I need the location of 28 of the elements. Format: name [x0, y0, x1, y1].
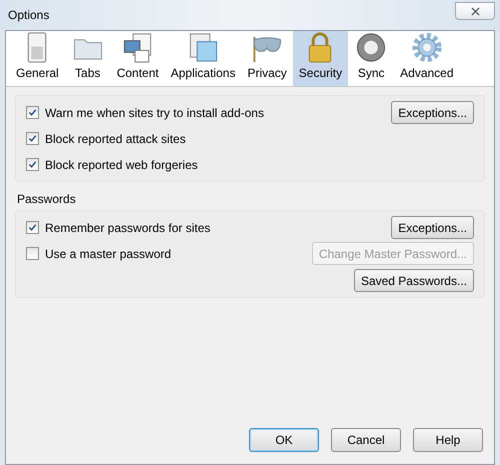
toolbar-tab[interactable]: Security: [292, 31, 348, 86]
toolbar-tab[interactable]: Advanced: [394, 31, 460, 86]
checkbox[interactable]: [26, 247, 39, 260]
window-title: Options: [8, 7, 50, 24]
checkbox-label: Use a master password: [45, 246, 172, 262]
dialog-button[interactable]: OK: [249, 428, 319, 452]
exceptions-button[interactable]: Exceptions...: [391, 101, 474, 124]
toolbar-tab[interactable]: General: [10, 31, 65, 86]
checkbox-label: Block reported web forgeries: [45, 156, 198, 174]
checkbox[interactable]: [26, 106, 39, 119]
toolbar-tab[interactable]: Sync: [348, 31, 394, 86]
checkbox-label: Warn me when sites try to install add-ons: [45, 104, 264, 122]
close-icon: [470, 6, 480, 16]
exceptions-button[interactable]: Saved Passwords...: [354, 269, 474, 292]
toolbar-tab[interactable]: Content: [110, 31, 165, 86]
toolbar-tab[interactable]: Tabs: [64, 31, 111, 86]
toolbar-tab[interactable]: Privacy: [241, 31, 293, 86]
exceptions-button[interactable]: Exceptions...: [391, 216, 474, 239]
checkbox[interactable]: [26, 221, 39, 234]
checkbox[interactable]: [26, 158, 39, 171]
toolbar-tab[interactable]: Applications: [164, 31, 242, 86]
checkbox-label: Block reported attack sites: [45, 130, 186, 148]
checkbox[interactable]: [26, 132, 39, 145]
dialog-button[interactable]: Cancel: [331, 428, 401, 452]
group-title: Passwords: [17, 191, 77, 208]
dialog-button[interactable]: Help: [413, 428, 483, 452]
checkbox-label: Remember passwords for sites: [45, 220, 210, 236]
close-button[interactable]: [455, 2, 495, 20]
